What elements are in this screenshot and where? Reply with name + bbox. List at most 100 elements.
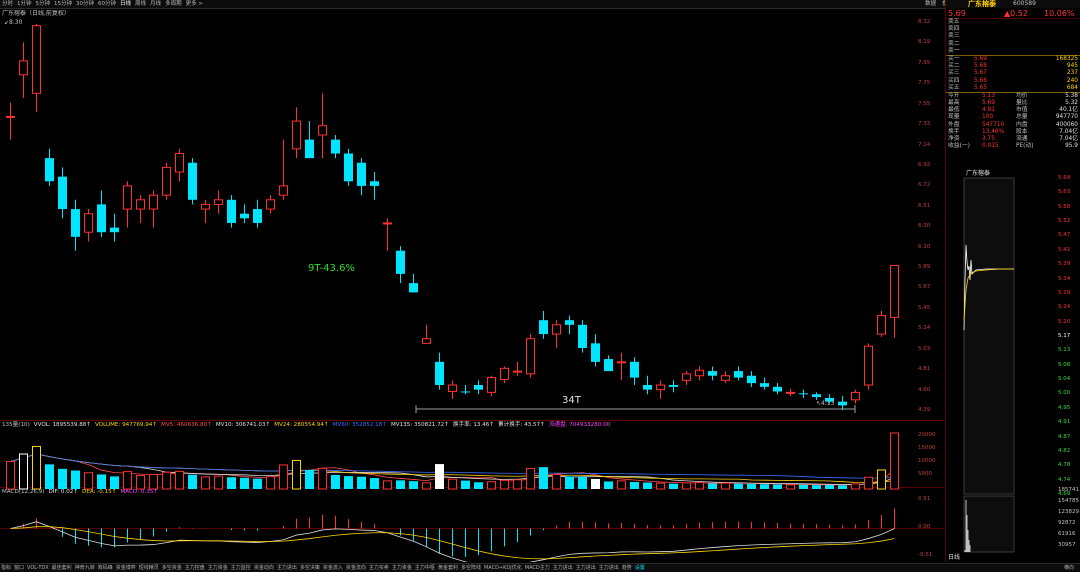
stat-l2: PE(动) [1016,143,1034,150]
macd-tick-label: 0.00 [918,524,931,530]
indicator-value: MACD: 0.35↑ [120,489,159,495]
candle [71,209,80,237]
indicator-tab[interactable]: 主力监控 [231,564,251,572]
period-high-value: 8.30 [9,19,23,26]
volume-bar [851,483,860,490]
intraday-panel[interactable]: 广东榕泰 5.69 5.63 5.58 5.52 5.47 5.42 5.39 5.34 5.2… [945,170,1080,562]
period-tab[interactable]: 30分钟 [76,0,94,9]
period-tab[interactable]: 日线 [120,0,131,9]
period-tab[interactable]: 月线 [150,0,161,9]
indicator-tab[interactable]: 资金博弈 [116,564,136,572]
intraday-price-label: 5.58 [1058,203,1071,210]
stat-v1: 5.13 [982,92,995,99]
indicator-tab[interactable]: 主力进出 [576,564,596,572]
price-tick-label: 7.75 [918,80,931,87]
intraday-price-label: 4.82 [1058,447,1071,454]
candle [357,162,366,186]
indicator-tab[interactable]: 主力资金 [392,564,412,572]
indicator-tab[interactable]: 窗口 [14,564,24,572]
buy-orders: 买一 5.69 168325 买二 5.68 945 买三 5.67 237 买四 5.66 240 买… [946,54,1080,92]
indicator-tab[interactable]: 主力控盘 [185,564,205,572]
price-tick-label: 6.72 [918,182,931,189]
period-tab[interactable]: 15分钟 [54,0,72,9]
indicator-tab[interactable]: 趋势 [622,564,632,572]
indicator-value: 累计换手: 43.57↑ [498,422,545,428]
indicator-tab[interactable]: 主力资金 [208,564,228,572]
indicator-tab[interactable]: 神奇九转 [75,564,95,572]
volume-bar [630,482,639,489]
intraday-volume-label: 154785 [1058,498,1079,504]
indicator-tab[interactable]: 指标 [1,564,11,572]
indicator-tab[interactable]: MACD+KDJ优化 [484,564,522,572]
indicator-tab[interactable]: 资金流向 [346,564,366,572]
indicator-tab[interactable]: 资金流入 [323,564,343,572]
period-tab[interactable]: 更多 > [186,0,203,9]
candle [734,371,743,378]
stat-v2: 95.9 [1065,143,1078,150]
stat-v1: 3.75 [982,136,995,142]
price-tick-label: 6.51 [918,202,931,209]
price-tick-label: 6.10 [918,243,931,250]
stat-row: 现量 100 总量 947770 [946,114,1080,121]
intraday-volume-label: 185741 [1058,487,1079,493]
price-change: ▲0.52 [1004,9,1028,18]
indicator-tab[interactable]: 多空资金 [162,564,182,572]
candle [500,367,509,380]
stock-name: 广东榕泰 [968,0,996,8]
indicator-tab[interactable]: 主力中枢 [415,564,435,572]
indicator-tab[interactable]: 多空阵线 [461,564,481,572]
indicator-tab[interactable]: 主力进出 [553,564,573,572]
volume-bar [500,479,509,490]
indicator-value: VVOL: 1895539.88↑ [33,422,91,428]
low-annotation: ↖4.13 [816,400,834,408]
stat-v2: 40.1亿 [1059,107,1078,114]
indicator-tab[interactable]: 黄金套利 [438,564,458,572]
indicator-tab[interactable]: 设置 [635,564,645,572]
indicator-tab[interactable]: VOL-TDX [27,564,49,572]
indicator-tab[interactable]: MACD主力 [525,564,550,572]
candle [58,176,67,210]
volume-bar [292,459,301,490]
indicator-tab[interactable]: 资金动向 [254,564,274,572]
period-tab[interactable]: 5分钟 [36,0,51,9]
candle [136,199,145,210]
intraday-price-label: 5.69 [1058,175,1071,181]
toolbar-button[interactable]: 数据 [925,0,936,9]
volume-bar [617,480,626,490]
kline-chart-area[interactable]: 广东榕泰（日线,前复权） ↙8.30 9T-43.6% 34T ↖4.13 13… [0,10,944,562]
indicator-tabs-bar: 指标 窗口 VOL-TDX 最佳套利 神奇九转 筹码峰 资金博弈 短线精灵 多空资金 主力控盘 主力… [0,563,1080,572]
indicator-tab[interactable]: 短线精灵 [139,564,159,572]
intraday-volume-label: 30957 [1058,542,1076,548]
volume-bar [565,476,574,489]
volume-bar [695,482,704,490]
layout-toggle[interactable]: 横向 [1064,564,1074,572]
volume-bar [253,478,262,489]
volume-bar [448,478,457,490]
indicator-tab[interactable]: 主力进出 [277,564,297,572]
period-tab[interactable]: 周线 [135,0,146,9]
indicator-tab[interactable]: 多空决策 [300,564,320,572]
macd-tick-label: 0.51 [918,496,931,502]
indicator-tab[interactable]: 最佳套利 [52,564,72,572]
sell-orders: 卖五 卖四 卖三 卖二 卖一 [946,19,1080,55]
volume-bar [188,474,197,489]
period-tab[interactable]: 60分钟 [98,0,116,9]
volume-bar [734,483,743,489]
period-tab[interactable]: 分时 [2,0,13,9]
intraday-volume-label: 61916 [1058,531,1076,537]
indicator-tab[interactable]: 主力买卖 [369,564,389,572]
indicator-tab[interactable]: 主力进出 [599,564,619,572]
period-tab[interactable]: 1分钟 [17,0,32,9]
indicator-tab[interactable]: 筹码峰 [98,564,113,572]
volume-bar [474,482,483,489]
candle [812,394,821,398]
period-tab[interactable]: 多周期 [165,0,182,9]
intraday-stock-name: 广东榕泰 [966,170,991,177]
stat-v1: 4.91 [982,107,995,114]
volume-bar [643,482,652,489]
candle [708,371,717,376]
indicator-value: VOLUME: 947769.94↑ [95,422,158,428]
kline-chart-svg[interactable] [0,10,944,562]
indicator-value: DIF: 0.02↑ [48,489,79,495]
candle [656,384,665,391]
